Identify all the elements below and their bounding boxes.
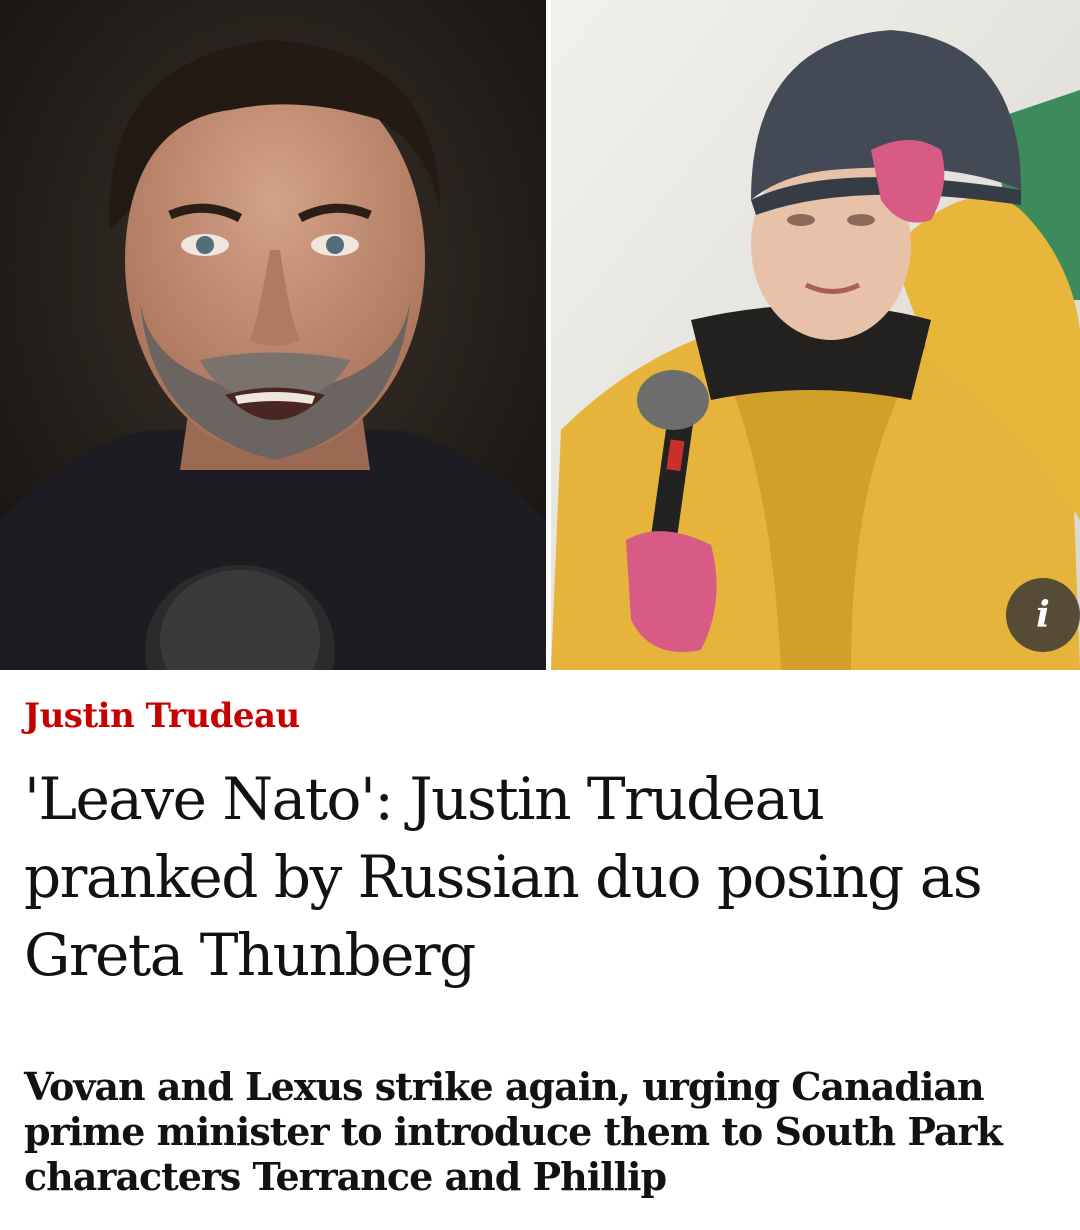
hero-image: i xyxy=(0,0,1080,670)
article-standfirst: Vovan and Lexus strike again, urging Can… xyxy=(24,1064,1003,1199)
info-glyph: i xyxy=(1036,594,1050,636)
photo-woman-with-microphone xyxy=(551,0,1080,670)
section-kicker[interactable]: Justin Trudeau xyxy=(24,694,300,738)
article-headline: 'Leave Nato': Justin Trudeau pranked by … xyxy=(24,765,983,989)
info-icon[interactable]: i xyxy=(1006,578,1080,652)
photo-man-speaking xyxy=(0,0,546,670)
